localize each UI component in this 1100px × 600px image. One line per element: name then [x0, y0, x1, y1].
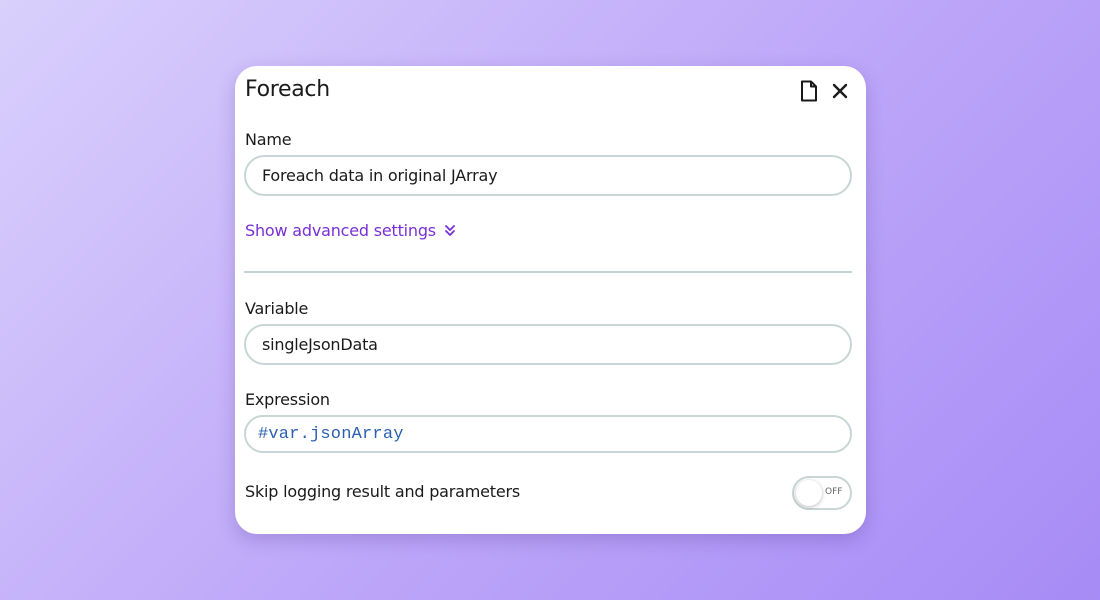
panel-title: Foreach [245, 77, 330, 102]
foreach-settings-panel: Foreach Name Show advanced settings Vari… [235, 66, 866, 534]
skip-logging-toggle[interactable]: OFF [792, 476, 852, 510]
section-divider [244, 271, 852, 273]
toggle-state-text: OFF [825, 487, 843, 497]
name-field[interactable] [244, 155, 852, 196]
expression-field[interactable] [244, 415, 852, 453]
variable-label: Variable [245, 299, 309, 318]
document-icon[interactable] [799, 80, 819, 102]
close-icon[interactable] [830, 81, 850, 101]
toggle-knob [796, 480, 822, 506]
advanced-settings-label: Show advanced settings [245, 221, 436, 240]
show-advanced-settings-link[interactable]: Show advanced settings [245, 221, 456, 240]
expression-label: Expression [245, 390, 330, 409]
skip-logging-label: Skip logging result and parameters [245, 482, 521, 501]
double-chevron-down-icon [445, 224, 455, 236]
variable-field[interactable] [244, 324, 852, 365]
name-label: Name [245, 130, 292, 149]
